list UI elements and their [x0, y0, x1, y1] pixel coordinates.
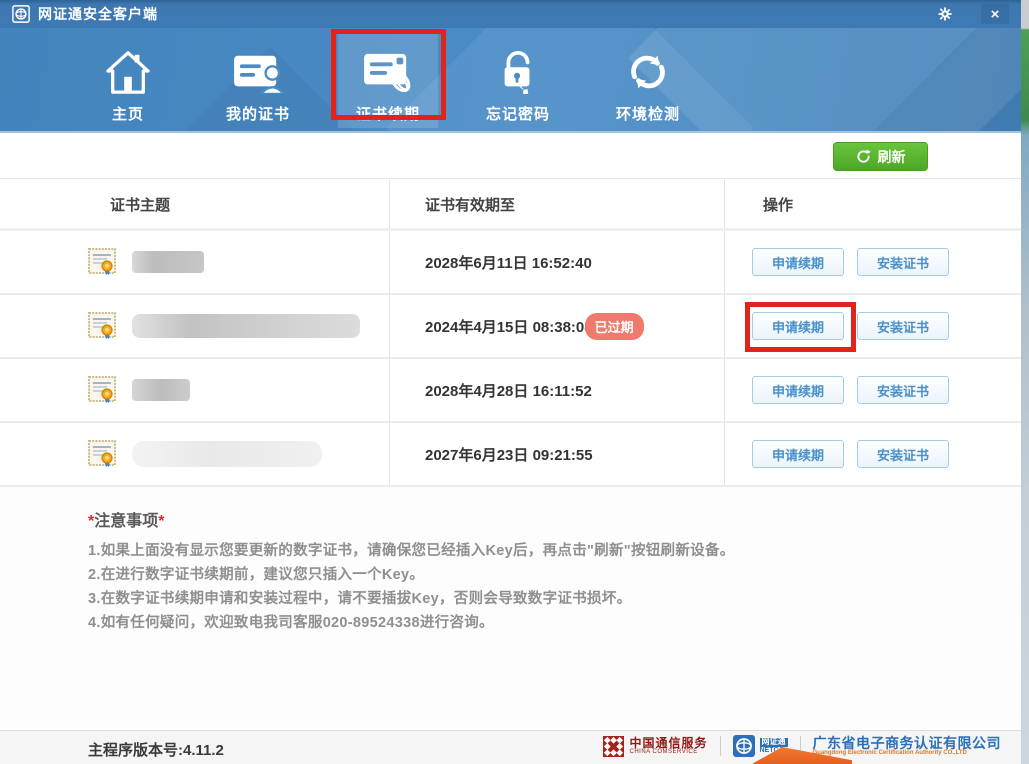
- nav-item-cert-renew[interactable]: 证书续期: [338, 33, 438, 128]
- version-label: 主程序版本号:4.11.2: [88, 739, 224, 760]
- nav-bar: 主页 我的证书: [0, 28, 1021, 133]
- note-item: 1.如果上面没有显示您要更新的数字证书，请确保您已经插入Key后，再点击"刷新"…: [88, 539, 735, 563]
- valid-until: 2024年4月15日 08:38:08: [425, 316, 593, 337]
- valid-until: 2027年6月23日 09:21:55: [425, 444, 593, 465]
- note-item: 2.在进行数字证书续期前，建议您只插入一个Key。: [88, 563, 735, 587]
- gdca-logo: 广东省电子商务认证有限公司 Guangdong Electronic Certi…: [813, 736, 1002, 757]
- install-cert-button[interactable]: 安装证书: [857, 440, 949, 468]
- gdca-name: 广东省电子商务认证有限公司: [813, 736, 1002, 751]
- asterisk: *: [158, 513, 164, 530]
- install-cert-button[interactable]: 安装证书: [857, 312, 949, 340]
- table-row: 2028年4月28日 16:11:52 申请续期 安装证书: [0, 359, 1021, 423]
- notes-list: 1.如果上面没有显示您要更新的数字证书，请确保您已经插入Key后，再点击"刷新"…: [88, 539, 735, 635]
- china-comservice-en: CHINA COMSERVICE: [629, 749, 707, 755]
- screen: 网证通安全客户端 ×: [0, 0, 1029, 764]
- redacted-subject: [132, 314, 360, 338]
- table-row: 2028年6月11日 16:52:40 申请续期 安装证书: [0, 231, 1021, 295]
- notes-section: *注意事项* 1.如果上面没有显示您要更新的数字证书，请确保您已经插入Key后，…: [0, 487, 1021, 730]
- refresh-label: 刷新: [878, 147, 906, 167]
- notes-title: *注意事项*: [88, 507, 164, 531]
- expired-badge: 已过期: [585, 313, 644, 340]
- valid-until: 2028年6月11日 16:52:40: [425, 252, 592, 273]
- redacted-subject: [132, 251, 204, 273]
- refresh-button[interactable]: 刷新: [833, 142, 928, 171]
- renew-button[interactable]: 申请续期: [752, 248, 844, 276]
- titlebar: 网证通安全客户端 ×: [0, 0, 1021, 28]
- certificate-card-icon: [232, 47, 284, 97]
- nav-label: 证书续期: [356, 103, 420, 124]
- note-item: 3.在数字证书续期申请和安装过程中，请不要插拔Key，否则会导致数字证书损坏。: [88, 587, 735, 611]
- cycle-arrows-icon: [625, 47, 671, 97]
- nav-item-forgot-password[interactable]: 忘记密码: [468, 33, 568, 128]
- nav-item-env-check[interactable]: 环境检测: [598, 33, 698, 128]
- table-header-row: 证书主题 证书有效期至 操作: [0, 180, 1021, 231]
- nav-label: 我的证书: [226, 103, 290, 124]
- renew-button[interactable]: 申请续期: [752, 376, 844, 404]
- renew-button-highlighted[interactable]: 申请续期: [752, 312, 844, 340]
- redacted-subject: [132, 441, 322, 467]
- divider: [720, 736, 721, 756]
- window-title: 网证通安全客户端: [38, 4, 158, 24]
- install-cert-button[interactable]: 安装证书: [857, 376, 949, 404]
- footer-bar: 主程序版本号:4.11.2: [0, 730, 1021, 764]
- nav-item-my-certs[interactable]: 我的证书: [208, 33, 308, 128]
- col-header-actions: 操作: [763, 194, 793, 215]
- china-comservice-name: 中国通信服务: [629, 737, 707, 750]
- lock-wrench-icon: [495, 47, 541, 97]
- renew-button[interactable]: 申请续期: [752, 440, 844, 468]
- nav-label: 环境检测: [616, 103, 680, 124]
- certificate-icon: [88, 440, 116, 468]
- app-logo-icon: [12, 5, 30, 23]
- nav-label: 主页: [112, 103, 144, 124]
- nav-items: 主页 我的证书: [78, 33, 698, 128]
- redacted-subject: [132, 379, 190, 401]
- china-comservice-icon: [603, 736, 624, 757]
- valid-until: 2028年4月28日 16:11:52: [425, 380, 592, 401]
- toolbar: 刷新: [0, 135, 1021, 179]
- col-header-subject: 证书主题: [110, 194, 170, 215]
- install-cert-button[interactable]: 安装证书: [857, 248, 949, 276]
- refresh-icon: [856, 149, 871, 164]
- china-comservice-logo: 中国通信服务 CHINA COMSERVICE: [603, 736, 707, 757]
- certificate-renew-icon: [362, 47, 414, 97]
- note-item: 4.如有任何疑问，欢迎致电我司客服020-89524338进行咨询。: [88, 611, 735, 635]
- certificate-icon: [88, 248, 116, 276]
- certificate-icon: [88, 376, 116, 404]
- netca-icon: [733, 735, 755, 757]
- nav-item-home[interactable]: 主页: [78, 33, 178, 128]
- nav-label: 忘记密码: [486, 103, 550, 124]
- desktop-background-strip: [1021, 0, 1029, 764]
- close-icon[interactable]: ×: [981, 4, 1009, 24]
- netca-name: 网证通: [760, 738, 788, 746]
- app-window: 网证通安全客户端 ×: [0, 0, 1021, 764]
- certificate-icon: [88, 312, 116, 340]
- table-row: 2024年4月15日 08:38:08 已过期 申请续期 安装证书: [0, 295, 1021, 359]
- home-icon: [105, 47, 151, 97]
- certificate-table: 证书主题 证书有效期至 操作 2028年6月11日 16:52:40: [0, 180, 1021, 487]
- gdca-en: Guangdong Electronic Certification Autho…: [813, 750, 1002, 756]
- table-row: 2027年6月23日 09:21:55 申请续期 安装证书: [0, 423, 1021, 487]
- settings-gear-icon[interactable]: [931, 4, 959, 24]
- col-header-valid-until: 证书有效期至: [425, 194, 515, 215]
